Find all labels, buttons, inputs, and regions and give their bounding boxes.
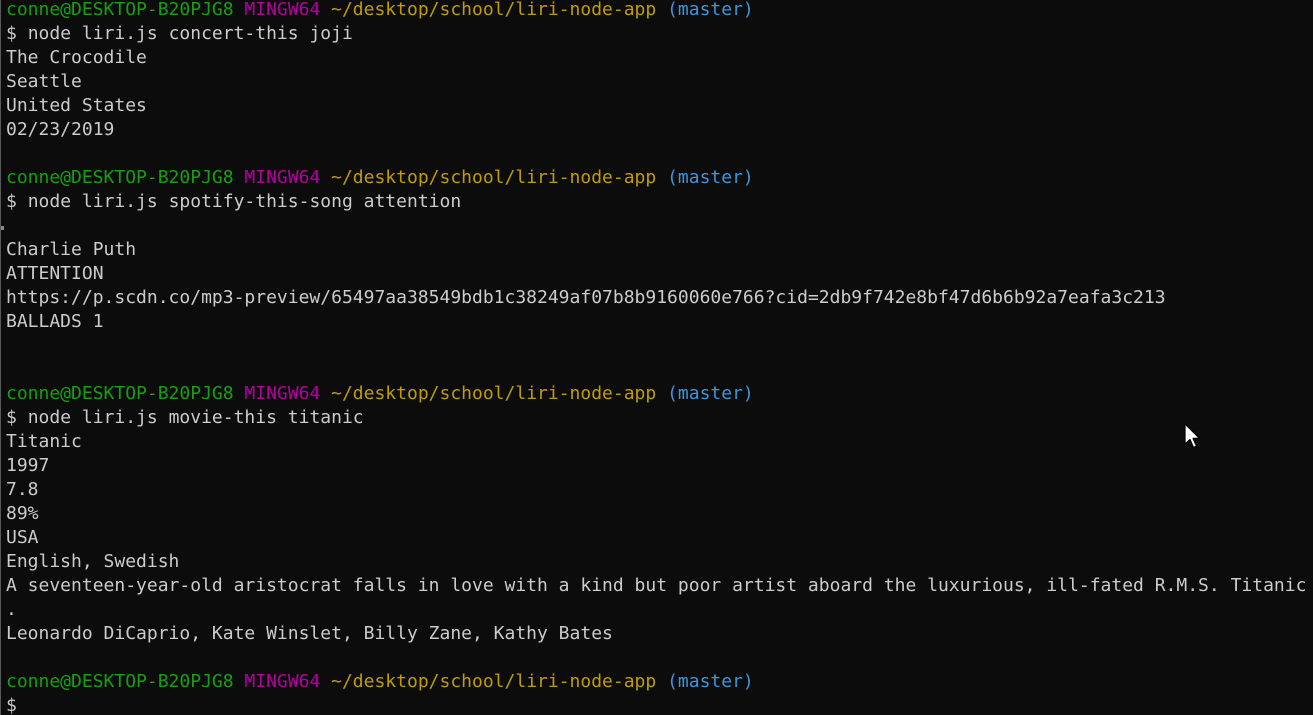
output-line: 02/23/2019 xyxy=(6,119,115,140)
prompt-user-host: conne@DESKTOP-B20PJG8 xyxy=(6,383,234,404)
prompt-branch: (master) xyxy=(667,383,754,404)
command-line: $ node liri.js spotify-this-song attenti… xyxy=(6,190,1313,214)
prompt-path: ~/desktop/school/liri-node-app xyxy=(331,0,657,20)
terminal-window[interactable]: conne@DESKTOP-B20PJG8 MINGW64 ~/desktop/… xyxy=(0,0,1313,715)
output-line: The Crocodile xyxy=(6,47,147,68)
prompt-symbol: $ xyxy=(6,191,17,212)
command-line: $ node liri.js movie-this titanic xyxy=(6,406,1313,430)
prompt-system: MINGW64 xyxy=(244,671,321,692)
prompt-path: ~/desktop/school/liri-node-app xyxy=(331,383,657,404)
prompt-user-host: conne@DESKTOP-B20PJG8 xyxy=(6,671,234,692)
prompt-line: conne@DESKTOP-B20PJG8 MINGW64 ~/desktop/… xyxy=(6,670,1313,694)
scroll-marker xyxy=(1,226,4,230)
output-line: 89% xyxy=(6,503,39,524)
prompt-branch: (master) xyxy=(667,0,754,20)
command-text: node liri.js movie-this titanic xyxy=(27,407,364,428)
command-text: node liri.js spotify-this-song attention xyxy=(27,191,462,212)
output-line: A seventeen-year-old aristocrat falls in… xyxy=(6,575,1307,596)
prompt-branch: (master) xyxy=(667,671,754,692)
prompt-path: ~/desktop/school/liri-node-app xyxy=(331,671,657,692)
prompt-system: MINGW64 xyxy=(244,0,321,20)
prompt-line: conne@DESKTOP-B20PJG8 MINGW64 ~/desktop/… xyxy=(6,0,1313,22)
output-line: Charlie Puth xyxy=(6,239,137,260)
output-line: Seattle xyxy=(6,71,82,92)
terminal-output: conne@DESKTOP-B20PJG8 MINGW64 ~/desktop/… xyxy=(6,0,1313,715)
prompt-branch: (master) xyxy=(667,167,754,188)
prompt-line: conne@DESKTOP-B20PJG8 MINGW64 ~/desktop/… xyxy=(6,382,1313,406)
command-text: node liri.js concert-this joji xyxy=(27,23,353,44)
output-line: Leonardo DiCaprio, Kate Winslet, Billy Z… xyxy=(6,623,613,644)
prompt-symbol: $ xyxy=(6,695,17,715)
output-line: . xyxy=(6,599,17,620)
prompt-user-host: conne@DESKTOP-B20PJG8 xyxy=(6,0,234,20)
output-line: USA xyxy=(6,527,39,548)
prompt-user-host: conne@DESKTOP-B20PJG8 xyxy=(6,167,234,188)
output-line: 7.8 xyxy=(6,479,39,500)
output-line: English, Swedish xyxy=(6,551,180,572)
output-line: https://p.scdn.co/mp3-preview/65497aa385… xyxy=(6,287,1166,308)
output-line: Titanic xyxy=(6,431,82,452)
prompt-system: MINGW64 xyxy=(244,167,321,188)
output-line: BALLADS 1 xyxy=(6,311,104,332)
prompt-system: MINGW64 xyxy=(244,383,321,404)
command-line: $ node liri.js concert-this joji xyxy=(6,22,1313,46)
prompt-symbol: $ xyxy=(6,23,17,44)
prompt-line: conne@DESKTOP-B20PJG8 MINGW64 ~/desktop/… xyxy=(6,166,1313,190)
prompt-path: ~/desktop/school/liri-node-app xyxy=(331,167,657,188)
output-line: ATTENTION xyxy=(6,263,104,284)
prompt-symbol: $ xyxy=(6,407,17,428)
output-line: United States xyxy=(6,95,147,116)
output-line: 1997 xyxy=(6,455,50,476)
command-input-line[interactable]: $ xyxy=(6,694,1313,715)
mouse-pointer-icon xyxy=(1184,423,1201,449)
